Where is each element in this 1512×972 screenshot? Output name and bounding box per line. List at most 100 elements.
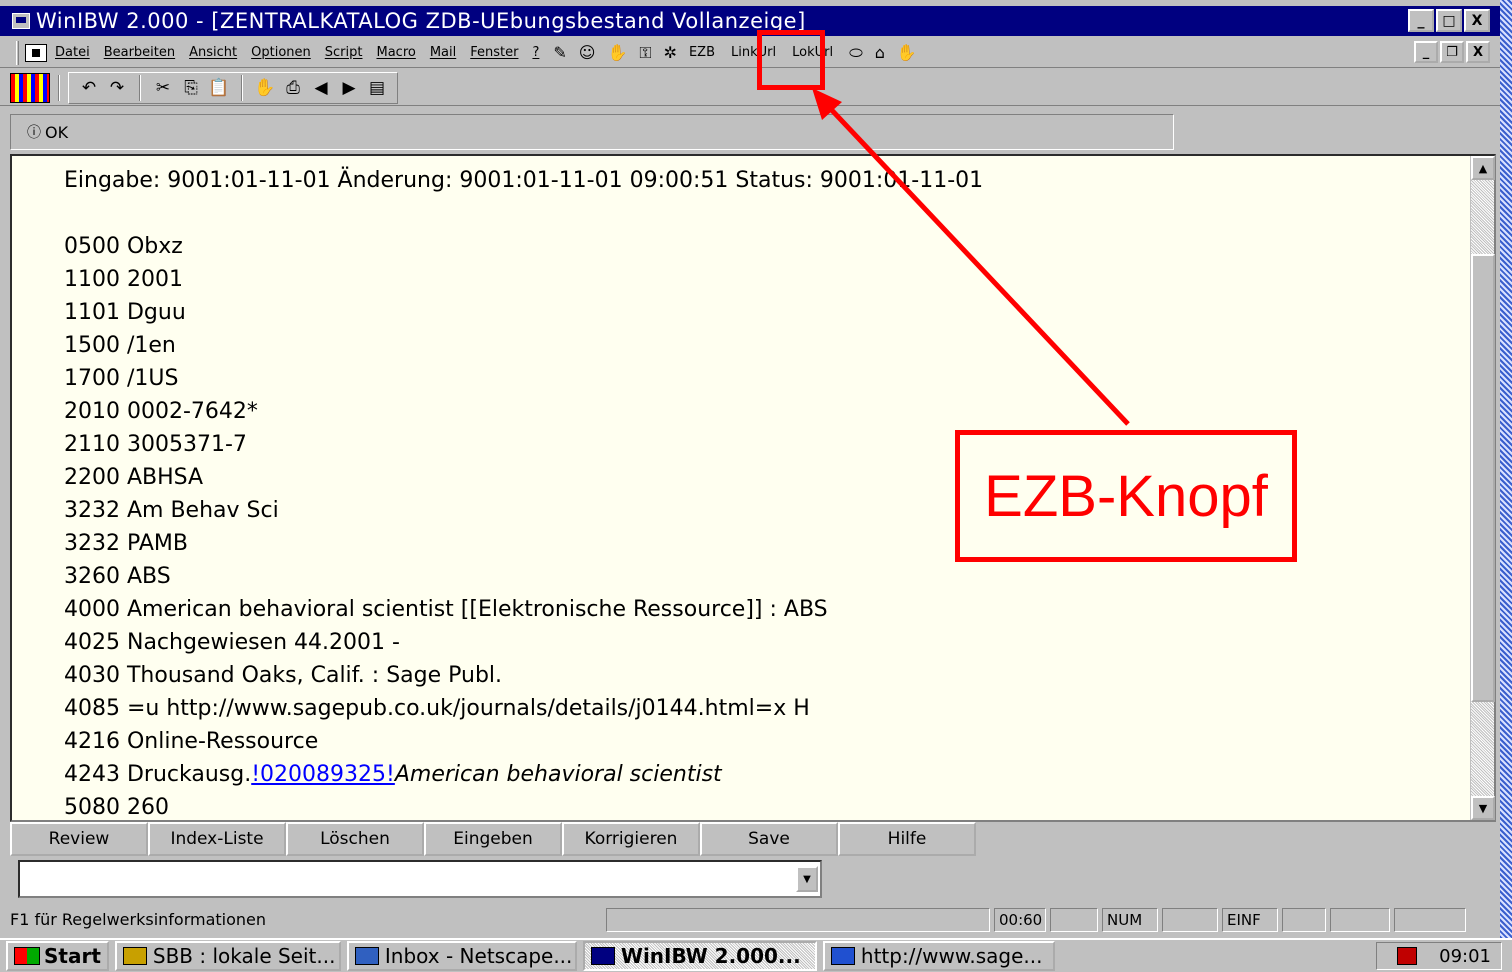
tray-app-icon[interactable] [1397,947,1418,965]
menu-fenster[interactable]: Fenster [470,45,518,60]
record-line: 1100 2001 [64,267,183,292]
redo-icon[interactable]: ↷ [103,78,131,98]
screen-icon[interactable]: ▤ [363,78,391,98]
status-bar: F1 für Regelwerksinformationen 00:60 NUM… [0,906,1500,934]
info-icon: ⓘ [27,125,41,141]
record-line: 5080 260 [64,795,169,820]
mdi-close-button[interactable]: X [1466,41,1490,63]
function-button-row: Review Index-Liste Löschen Eingeben Korr… [10,822,976,856]
print-icon[interactable]: ⎙ [279,78,307,98]
menu-mail[interactable]: Mail [430,45,456,60]
cut-icon[interactable]: ✂ [149,78,177,98]
menu-bar: Datei Bearbeiten Ansicht Optionen Script… [0,38,1500,68]
index-liste-button[interactable]: Index-Liste [148,822,286,856]
start-button[interactable]: Start [6,941,109,971]
undo-icon[interactable]: ↶ [75,78,103,98]
app-icon[interactable] [12,13,30,29]
command-combobox[interactable]: ▼ [18,860,822,898]
review-button[interactable]: Review [10,822,148,856]
menu-help[interactable]: ? [532,45,539,60]
vertical-scrollbar[interactable]: ▲ ▼ [1470,156,1495,820]
start-label: Start [44,944,101,968]
combobox-arrow-icon[interactable]: ▼ [796,866,818,892]
ezb-callout-label: EZB-Knopf [955,430,1297,562]
ezb-button[interactable]: EZB [689,45,715,60]
toolbar-group: ↶ ↷ ✂ ⎘ 📋 ✋ ⎙ ◀ ▶ ▤ [68,71,398,104]
record-line: 2010 0002-7642* [64,399,258,424]
link-line-title: American behavioral scientist [394,762,722,787]
toolbar-separator [58,74,60,101]
record-line: 4025 Nachgewiesen 44.2001 - [64,630,400,655]
task-label: WinIBW 2.000... [620,944,801,968]
task-label: SBB : lokale Seit... [152,944,336,968]
hand-pointer-icon[interactable]: ✋ [897,43,917,62]
scroll-thumb[interactable] [1471,254,1495,702]
menu-grip[interactable] [16,40,19,65]
status-counter: 00:60 [994,908,1046,932]
eingeben-button[interactable]: Eingeben [424,822,562,856]
status-hint: F1 für Regelwerksinformationen [10,910,267,929]
network-icon[interactable]: ✲ [664,43,677,62]
hilfe-button[interactable]: Hilfe [838,822,976,856]
toolbar-separator [241,74,243,101]
mdi-buttons: _ ❐ X [1414,41,1490,63]
ppn-link[interactable]: !020089325! [251,762,395,787]
link-icon[interactable]: ⬭ [849,43,863,63]
paste-icon[interactable]: 📋 [205,78,233,98]
status-num: NUM [1102,908,1158,932]
document-icon[interactable] [25,43,47,62]
task-winibw[interactable]: WinIBW 2.000... [582,941,817,971]
record-line: Eingabe: 9001:01-11-01 Änderung: 9001:01… [64,168,984,193]
scroll-down-button[interactable]: ▼ [1471,796,1495,820]
next-icon[interactable]: ▶ [335,78,363,98]
korrigieren-button[interactable]: Korrigieren [562,822,700,856]
menu-script[interactable]: Script [325,45,363,60]
status-pane [1050,908,1098,932]
windows-logo-icon [14,947,40,965]
record-line: 0500 Obxz [64,234,183,259]
loeschen-button[interactable]: Löschen [286,822,424,856]
stop-hand-icon[interactable]: ✋ [251,78,279,98]
status-pane [1330,908,1390,932]
internet-explorer-icon [830,947,855,965]
close-button[interactable]: X [1464,9,1490,32]
task-netscape[interactable]: Inbox - Netscape... [346,941,577,971]
catalog-logo-icon[interactable] [10,72,50,103]
pencil-icon[interactable]: ✎ [553,43,566,62]
ezb-highlight-box [757,30,825,90]
task-browser[interactable]: http://www.sage... [822,941,1055,971]
copy-icon[interactable]: ⎘ [177,78,205,98]
system-tray: 09:01 [1376,942,1502,970]
link-line-prefix: 4243 Druckausg. [64,762,252,787]
status-pane [606,908,990,932]
menu-bearbeiten[interactable]: Bearbeiten [104,45,175,60]
window-title: WinIBW 2.000 - [ZENTRALKATALOG ZDB-UEbun… [36,9,806,33]
hand-icon[interactable]: ✋ [607,43,627,62]
maximize-button[interactable]: □ [1436,9,1462,32]
menu-datei[interactable]: Datei [55,45,90,60]
home-icon[interactable]: ⌂ [875,43,885,62]
record-line [64,197,1468,230]
mdi-minimize-button[interactable]: _ [1414,41,1438,63]
status-insert: EINF [1222,908,1278,932]
scroll-up-button[interactable]: ▲ [1471,156,1495,180]
message-bar: ⓘ OK [10,114,1174,150]
toolbar-separator [139,74,141,101]
menu-optionen[interactable]: Optionen [251,45,311,60]
mdi-restore-button[interactable]: ❐ [1440,41,1464,63]
task-label: Inbox - Netscape... [384,944,573,968]
smiley-icon[interactable]: ☺ [579,43,596,62]
task-sbb[interactable]: SBB : lokale Seit... [114,941,341,971]
status-pane [1282,908,1326,932]
previous-icon[interactable]: ◀ [307,78,335,98]
record-line: 4000 American behavioral scientist [[Ele… [64,597,828,622]
menu-macro[interactable]: Macro [376,45,415,60]
menu-ansicht[interactable]: Ansicht [189,45,237,60]
record-line: 1500 /1en [64,333,176,358]
save-button[interactable]: Save [700,822,838,856]
netscape-icon [354,947,379,965]
message-text: OK [45,122,69,142]
minimize-button[interactable]: _ [1408,9,1434,32]
key-icon[interactable]: ⚿ [639,43,651,63]
title-bar[interactable]: WinIBW 2.000 - [ZENTRALKATALOG ZDB-UEbun… [0,6,1500,36]
